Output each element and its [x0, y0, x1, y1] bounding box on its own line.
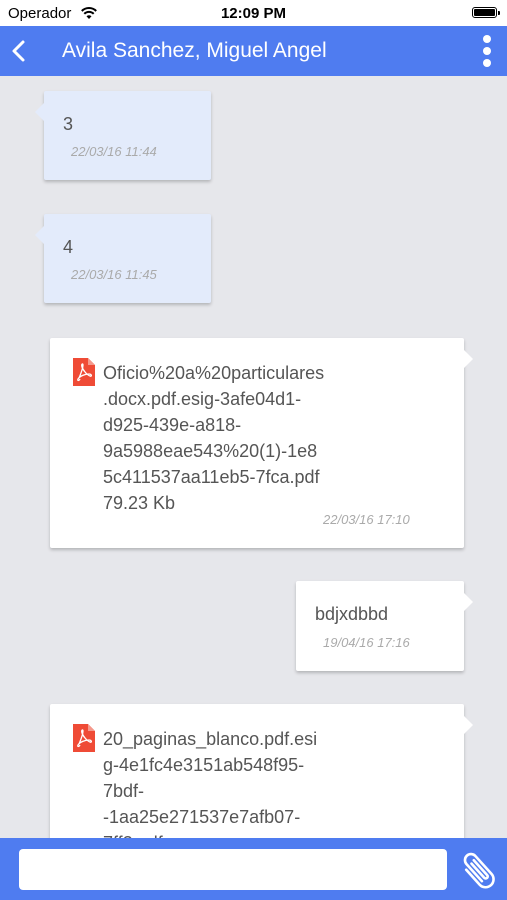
composer-bar — [0, 838, 507, 900]
more-vertical-icon[interactable] — [481, 34, 493, 68]
file-name: Oficio%20a%20particulares .docx.pdf.esig… — [103, 360, 353, 516]
message-timestamp: 22/03/16 17:10 — [323, 512, 410, 527]
file-message-bubble[interactable]: Oficio%20a%20particulares .docx.pdf.esig… — [50, 338, 473, 548]
message-text: 4 — [63, 237, 74, 257]
file-size: 79.23 Kb — [103, 493, 176, 513]
message-timestamp: 22/03/16 11:45 — [71, 267, 157, 282]
status-time: 12:09 PM — [220, 5, 287, 22]
message-text: bdjxdbbd — [315, 604, 389, 624]
header: Avila Sanchez, Miguel Angel — [0, 26, 507, 76]
message-list[interactable]: 3 22/03/16 11:44 4 22/03/16 11:45 Oficio… — [0, 76, 507, 838]
message-bubble[interactable]: 3 22/03/16 11:44 — [35, 91, 211, 180]
message-bubble[interactable]: bdjxdbbd 19/04/16 17:16 — [296, 581, 473, 671]
file-message-bubble[interactable]: 20_paginas_blanco.pdf.esi g-4e1fc4e3151a… — [50, 704, 473, 838]
message-text: 3 — [63, 114, 74, 134]
paperclip-icon[interactable] — [456, 846, 502, 892]
chevron-left-icon[interactable] — [8, 38, 32, 64]
status-bar: Operador 12:09 PM — [0, 0, 507, 26]
message-timestamp: 19/04/16 17:16 — [323, 635, 410, 650]
pdf-icon — [73, 358, 95, 386]
battery-icon — [472, 7, 500, 18]
pdf-icon — [73, 724, 95, 752]
file-name: 20_paginas_blanco.pdf.esi g-4e1fc4e3151a… — [103, 729, 318, 838]
message-timestamp: 22/03/16 11:44 — [71, 144, 157, 159]
page-title: Avila Sanchez, Miguel Angel — [62, 39, 327, 62]
message-input[interactable] — [19, 849, 447, 890]
message-bubble[interactable]: 4 22/03/16 11:45 — [35, 214, 211, 303]
